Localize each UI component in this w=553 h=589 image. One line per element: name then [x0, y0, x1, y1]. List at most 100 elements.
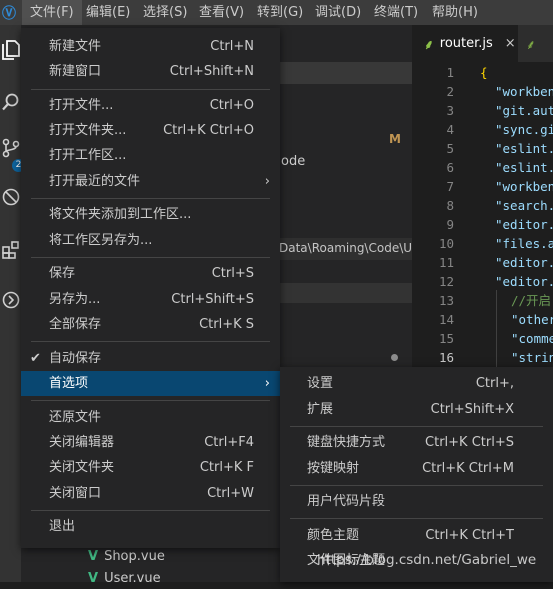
search-icon[interactable] [0, 87, 21, 117]
modified-badge: M [389, 132, 401, 146]
menu-separator [31, 400, 270, 401]
code-line: "git.aut [495, 103, 553, 118]
menu-item-label: 保存 [49, 266, 76, 281]
menu-terminal[interactable]: 终端(T) [366, 0, 426, 25]
menu-separator [290, 518, 543, 519]
menu-item-save-as[interactable]: 另存为... Ctrl+Shift+S [21, 287, 280, 312]
menu-view[interactable]: 查看(V) [191, 0, 252, 25]
menu-item-label: 新建窗口 [49, 64, 102, 79]
tree-file-label: Shop.vue [104, 549, 165, 564]
menu-item-label: 自动保存 [49, 351, 102, 366]
line-number: 11 [438, 255, 454, 270]
explorer-item-fragment[interactable]: ode [281, 154, 305, 169]
submenu-item-extensions[interactable]: 扩展 Ctrl+Shift+X [280, 397, 553, 422]
js-file-icon: ⸙ [424, 37, 434, 53]
line-number: 5 [446, 141, 454, 156]
line-number: 7 [446, 179, 454, 194]
tree-file-user[interactable]: V User.vue [88, 569, 161, 589]
line-number: 13 [438, 293, 454, 308]
explorer-icon[interactable] [0, 35, 21, 65]
line-number: 2 [446, 84, 454, 99]
menu-debug[interactable]: 调试(D) [307, 0, 369, 25]
chevron-right-icon: › [264, 174, 270, 189]
menu-item-open-workspace[interactable]: 打开工作区... [21, 143, 280, 168]
code-line: "editor. [495, 217, 553, 232]
menu-item-shortcut: Ctrl+O [209, 98, 254, 113]
menu-item-new-window[interactable]: 新建窗口 Ctrl+Shift+N [21, 59, 280, 84]
menu-item-new-file[interactable]: 新建文件 Ctrl+N [21, 34, 280, 59]
menu-item-label: 退出 [49, 519, 76, 534]
menu-item-shortcut: Ctrl+N [210, 39, 254, 54]
remote-icon[interactable] [0, 285, 21, 315]
menu-item-shortcut: Ctrl+S [211, 266, 254, 281]
debug-icon[interactable] [0, 182, 21, 212]
menu-item-close-window[interactable]: 关闭窗口 Ctrl+W [21, 481, 280, 506]
menu-item-label: 打开最近的文件 [49, 174, 141, 189]
menu-item-label: 全部保存 [49, 317, 102, 332]
line-number: 16 [438, 350, 454, 365]
menu-item-label: 扩展 [307, 402, 334, 417]
check-icon: ✔ [30, 351, 41, 366]
menu-item-label: 颜色主题 [307, 528, 360, 543]
menu-item-label: 关闭窗口 [49, 486, 102, 501]
menu-item-add-folder-to-workspace[interactable]: 将文件夹添加到工作区... [21, 202, 280, 227]
menu-item-exit[interactable]: 退出 [21, 514, 280, 539]
menu-item-save[interactable]: 保存 Ctrl+S [21, 261, 280, 286]
menu-item-save-workspace-as[interactable]: 将工作区另存为... [21, 228, 280, 253]
submenu-item-color-theme[interactable]: 颜色主题 Ctrl+K Ctrl+T [280, 523, 553, 548]
menu-goto[interactable]: 转到(G) [249, 0, 311, 25]
tab-second[interactable]: ⸙ [518, 25, 553, 62]
code-line: "sync.gi [495, 122, 553, 137]
menu-item-label: 打开文件夹... [49, 123, 127, 138]
menu-item-revert-file[interactable]: 还原文件 [21, 405, 280, 430]
tree-file-shop[interactable]: V Shop.vue [88, 547, 165, 567]
menu-item-preferences[interactable]: 首选项 › [21, 371, 280, 396]
file-menu-dropdown: 新建文件 Ctrl+N 新建窗口 Ctrl+Shift+N 打开文件... Ctrl+… [21, 28, 280, 548]
menu-item-close-folder[interactable]: 关闭文件夹 Ctrl+K F [21, 455, 280, 480]
menu-item-label: 关闭文件夹 [49, 460, 115, 475]
submenu-item-settings[interactable]: 设置 Ctrl+, [280, 371, 553, 396]
line-number: 14 [438, 312, 454, 327]
tab-router-js[interactable]: ⸙ router.js × [412, 25, 518, 62]
menu-separator [31, 257, 270, 258]
close-icon[interactable]: × [505, 36, 516, 51]
menu-separator [290, 426, 543, 427]
vscode-logo-icon: Ⓥ [2, 5, 16, 22]
menu-item-open-recent[interactable]: 打开最近的文件 › [21, 169, 280, 194]
line-number: 4 [446, 122, 454, 137]
menu-item-label: 还原文件 [49, 410, 102, 425]
menu-item-shortcut: Ctrl+K Ctrl+M [422, 461, 514, 476]
menu-help[interactable]: 帮助(H) [424, 0, 486, 25]
menu-item-label: 新建文件 [49, 39, 102, 54]
menu-edit[interactable]: 编辑(E) [78, 0, 138, 25]
unsaved-dot-icon [391, 354, 398, 361]
menu-item-shortcut: Ctrl+K Ctrl+S [425, 435, 514, 450]
menu-item-shortcut: Ctrl+Shift+N [169, 64, 254, 79]
code-line: "editor. [495, 274, 553, 289]
menu-item-open-folder[interactable]: 打开文件夹... Ctrl+K Ctrl+O [21, 118, 280, 143]
line-number: 1 [446, 65, 454, 80]
vue-file-icon: V [88, 549, 99, 564]
menu-item-label: 将文件夹添加到工作区... [49, 207, 192, 222]
menu-item-open-file[interactable]: 打开文件... Ctrl+O [21, 93, 280, 118]
submenu-item-keymaps[interactable]: 按键映射 Ctrl+K Ctrl+M [280, 456, 553, 481]
menu-item-auto-save[interactable]: ✔ 自动保存 [21, 346, 280, 371]
menu-item-save-all[interactable]: 全部保存 Ctrl+K S [21, 312, 280, 337]
extensions-icon[interactable] [0, 235, 21, 265]
menu-selection[interactable]: 选择(S) [135, 0, 195, 25]
submenu-item-keyboard-shortcuts[interactable]: 键盘快捷方式 Ctrl+K Ctrl+S [280, 430, 553, 455]
submenu-item-user-snippets[interactable]: 用户代码片段 [280, 489, 553, 514]
menu-bar: Ⓥ 文件(F) 编辑(E) 选择(S) 查看(V) 转到(G) 调试(D) 终端… [0, 0, 553, 25]
menu-item-label: 关闭编辑器 [49, 435, 115, 450]
menu-item-shortcut: Ctrl+Shift+X [430, 402, 514, 417]
line-number: 8 [446, 198, 454, 213]
menu-file[interactable]: 文件(F) [22, 0, 82, 25]
menu-separator [31, 341, 270, 342]
menu-separator [290, 485, 543, 486]
line-number: 9 [446, 217, 454, 232]
menu-separator [31, 89, 270, 90]
menu-item-label: 打开工作区... [49, 148, 127, 163]
menu-item-label: 将工作区另存为... [49, 233, 153, 248]
menu-item-close-editor[interactable]: 关闭编辑器 Ctrl+F4 [21, 430, 280, 455]
code-line: "editor. [495, 255, 553, 270]
